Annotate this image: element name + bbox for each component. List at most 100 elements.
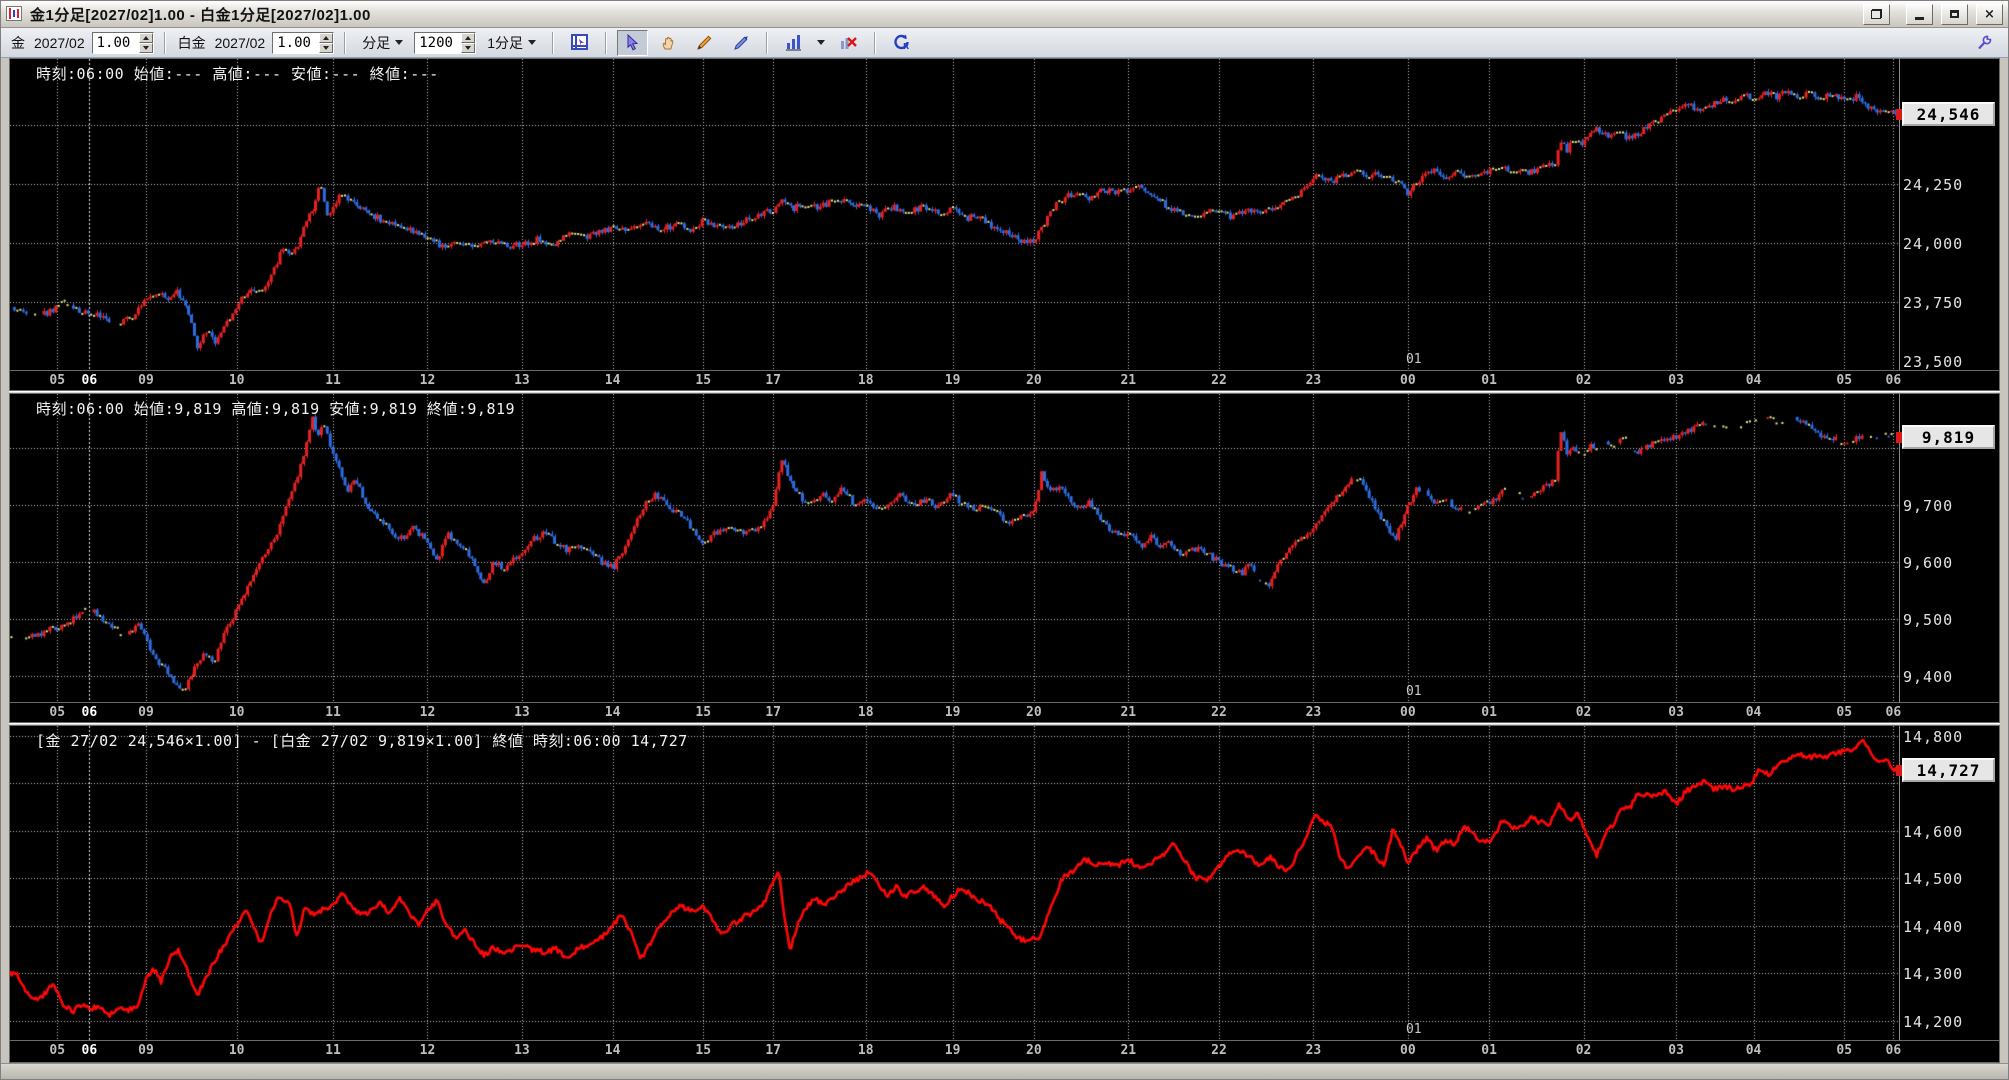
- time-axis-label: 22: [1211, 1043, 1227, 1058]
- bar-count-spinner: [414, 31, 477, 54]
- gold-chart-canvas[interactable]: [10, 59, 1899, 370]
- pan-tool-button[interactable]: [653, 30, 684, 56]
- platinum-chart-panel: 時刻:06:00 始値:9,819 高値:9,819 安値:9,819 終値:9…: [9, 393, 2000, 723]
- settings-button[interactable]: [1969, 30, 2000, 56]
- time-axis-label: 19: [944, 1043, 961, 1058]
- time-axis-label: 13: [514, 373, 530, 388]
- gold-ratio-spinner: [91, 31, 154, 54]
- time-axis-label: 13: [514, 705, 530, 720]
- delete-study-button[interactable]: [833, 30, 864, 56]
- time-axis-label: 11: [325, 1043, 341, 1058]
- time-axis-label: 20: [1026, 1043, 1042, 1058]
- gold-ratio-up-button[interactable]: [138, 32, 153, 43]
- spread-chart-canvas[interactable]: [10, 726, 1899, 1040]
- cursor-tool-button[interactable]: [617, 29, 649, 56]
- price-axis-label: 24,000: [1903, 234, 1964, 253]
- interval-dropdown[interactable]: 1分足: [481, 29, 542, 57]
- time-axis-label: 04: [1745, 1043, 1762, 1058]
- down-arrow-icon: [465, 45, 472, 50]
- period-type-dropdown[interactable]: 分足: [356, 29, 409, 57]
- window-title: 金1分足[2027/02]1.00 - 白金1分足[2027/02]1.00: [30, 6, 371, 24]
- maximize-icon: [1950, 10, 1959, 18]
- reload-button[interactable]: R: [886, 30, 917, 56]
- platinum-chart-canvas[interactable]: [10, 394, 1899, 702]
- time-axis-label: 05: [1836, 373, 1853, 388]
- chevron-down-icon[interactable]: [817, 40, 826, 45]
- price-axis-label: 9,400: [1903, 668, 1954, 687]
- platinum-ratio-down-button[interactable]: [319, 42, 334, 53]
- spread-last-price-badge: 14,727: [1896, 758, 1995, 783]
- toolbar: 金 2027/02 白金 2027/02 分足: [1, 28, 2008, 58]
- time-axis-label: 20: [1026, 373, 1042, 388]
- candlestick-app-icon: [6, 6, 24, 22]
- gold-chart-panel: 時刻:06:00 始値:--- 高値:--- 安値:--- 終値:--- 01 …: [9, 58, 2000, 391]
- time-axis-label: 11: [325, 373, 341, 388]
- toolbar-separator: [605, 31, 608, 54]
- gold-ratio-input[interactable]: [92, 32, 139, 53]
- time-axis-label: 14: [604, 705, 621, 720]
- time-axis-label: 06: [81, 373, 98, 388]
- delete-study-icon: [841, 37, 857, 49]
- price-axis-label: 14,600: [1903, 822, 1964, 841]
- time-axis-label: 02: [1575, 1043, 1592, 1058]
- price-axis-label: 9,500: [1903, 611, 1954, 630]
- toolbar-separator: [552, 31, 555, 54]
- bar-count-up-button[interactable]: [461, 32, 476, 43]
- chevron-down-icon: [528, 40, 537, 45]
- spread-chart-info: [金 27/02 24,546×1.00] - [白金 27/02 9,819×…: [36, 732, 688, 750]
- maximize-button[interactable]: [1941, 3, 1968, 25]
- toolbar-separator: [163, 31, 166, 54]
- time-axis-label: 21: [1120, 1043, 1137, 1058]
- spread-time-axis: 05 06 09 10 11 12 13 14 15 17 18 19 20 21 22 23 00 01 02 03…: [9, 1041, 2000, 1063]
- time-axis-label: 18: [857, 373, 874, 388]
- interval-label: 1分足: [487, 34, 524, 51]
- time-axis-label: 04: [1745, 705, 1762, 720]
- time-axis-label: 02: [1575, 705, 1592, 720]
- time-axis-label: 13: [514, 1043, 530, 1058]
- time-axis-label: 22: [1211, 705, 1227, 720]
- time-axis-label: 00: [1400, 1043, 1416, 1058]
- time-axis-label: 01: [1481, 705, 1497, 720]
- gold-ratio-down-button[interactable]: [138, 42, 153, 53]
- time-axis-label: 06: [1885, 1043, 1902, 1058]
- time-axis-label: 05: [49, 373, 66, 388]
- up-arrow-icon: [465, 35, 472, 40]
- time-axis-label: 19: [944, 705, 961, 720]
- time-axis-label: 19: [944, 373, 961, 388]
- time-axis-label: 21: [1120, 705, 1137, 720]
- period-type-label: 分足: [362, 34, 391, 51]
- time-axis-label: 03: [1668, 1043, 1684, 1058]
- bar-count-down-button[interactable]: [461, 42, 476, 53]
- float-window-button[interactable]: [1863, 3, 1890, 25]
- platinum-price-axis: 9,819 9,700 9,600 9,500 9,400: [1896, 393, 2000, 703]
- platinum-last-price-badge: 9,819: [1896, 425, 1995, 450]
- time-axis-label: 03: [1668, 705, 1684, 720]
- marker-tool-button[interactable]: [725, 30, 756, 56]
- platinum-ratio-up-button[interactable]: [319, 32, 334, 43]
- price-axis-label: 9,600: [1903, 554, 1954, 573]
- platinum-ratio-input[interactable]: [273, 32, 320, 53]
- gold-plot: 時刻:06:00 始値:--- 高値:--- 安値:--- 終値:--- 01: [9, 58, 1900, 371]
- close-button[interactable]: ×: [1976, 3, 2003, 25]
- wrench-icon: [1978, 35, 1992, 50]
- time-axis-label: 15: [695, 373, 712, 388]
- time-axis-label: 09: [138, 373, 154, 388]
- time-axis-label: 01: [1481, 373, 1497, 388]
- platinum-plot: 時刻:06:00 始値:9,819 高値:9,819 安値:9,819 終値:9…: [9, 393, 1900, 703]
- chart-grid-tool-button[interactable]: [564, 30, 595, 56]
- minimize-icon: [1915, 16, 1924, 20]
- minimize-button[interactable]: [1906, 3, 1933, 25]
- window-bottom-border: [1, 1063, 2008, 1079]
- time-axis-label: 14: [604, 1043, 621, 1058]
- time-axis-label: 03: [1668, 373, 1684, 388]
- time-axis-label: 06: [81, 705, 98, 720]
- toolbar-separator: [344, 31, 347, 54]
- draw-line-tool-button[interactable]: [689, 30, 720, 56]
- time-axis-label: 20: [1026, 705, 1042, 720]
- time-axis-label: 18: [857, 1043, 874, 1058]
- pencil-icon: [697, 35, 712, 50]
- bar-count-input[interactable]: [415, 32, 462, 53]
- chart-type-button[interactable]: [778, 30, 809, 56]
- toolbar-separator: [766, 31, 769, 54]
- price-axis-label: 14,200: [1903, 1012, 1964, 1031]
